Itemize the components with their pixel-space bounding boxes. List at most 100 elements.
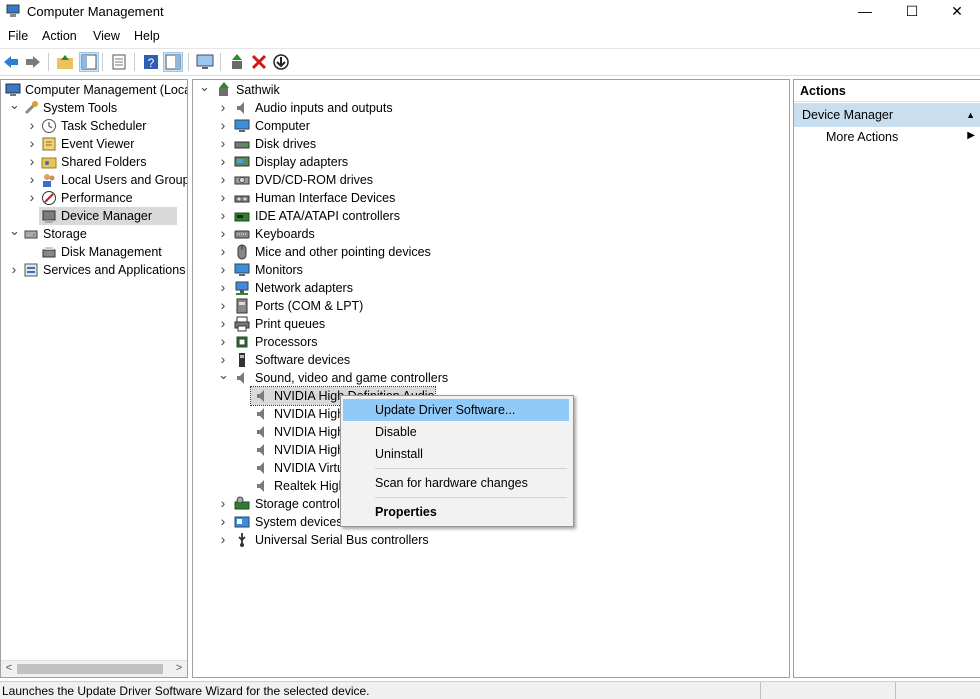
properties-sheet-icon[interactable] — [110, 53, 128, 71]
menu-action[interactable]: Action — [42, 29, 77, 43]
chevron-right-icon[interactable]: › — [27, 153, 37, 171]
chevron-right-icon[interactable]: › — [218, 117, 228, 135]
scroll-right-icon[interactable]: > — [172, 662, 186, 674]
ide-icon — [234, 212, 250, 222]
tree-item[interactable]: Disk Management — [1, 243, 187, 261]
chevron-right-icon[interactable]: › — [27, 117, 37, 135]
chevron-right-icon[interactable]: › — [218, 297, 228, 315]
uninstall-menu-item[interactable]: Uninstall — [343, 443, 569, 465]
horizontal-scrollbar[interactable]: < > — [1, 660, 187, 677]
device-category-label: Mice and other pointing devices — [255, 245, 431, 259]
chevron-right-icon[interactable]: › — [27, 135, 37, 153]
disable-menu-item[interactable]: Disable — [343, 421, 569, 443]
properties-menu-item[interactable]: Properties — [343, 501, 569, 523]
device-category[interactable]: › Print queues — [193, 315, 783, 333]
device-category[interactable]: › Human Interface Devices — [193, 189, 783, 207]
device-category[interactable]: › Mice and other pointing devices — [193, 243, 783, 261]
chevron-right-icon[interactable]: › — [218, 261, 228, 279]
chevron-right-icon[interactable]: › — [218, 279, 228, 297]
show-hide-action-pane-icon[interactable] — [163, 52, 183, 72]
device-category[interactable]: ⌄ Sound, video and game controllers — [193, 368, 783, 387]
uninstall-x-icon[interactable] — [250, 53, 268, 71]
chevron-right-icon[interactable]: › — [218, 333, 228, 351]
chevron-down-icon[interactable]: ⌄ — [218, 368, 229, 387]
chevron-right-icon[interactable]: › — [218, 153, 228, 171]
device-category[interactable]: › Network adapters — [193, 279, 783, 297]
chevron-right-icon[interactable]: › — [218, 315, 228, 333]
device-category[interactable]: › Software devices — [193, 351, 783, 369]
show-hide-tree-icon[interactable] — [79, 52, 99, 72]
chevron-right-icon[interactable]: › — [27, 189, 37, 207]
clock-icon — [42, 119, 56, 133]
collapse-up-icon[interactable]: ▲ — [966, 103, 975, 127]
device-category[interactable]: › Computer — [193, 117, 783, 135]
device-category[interactable]: › Audio inputs and outputs — [193, 99, 783, 117]
tree-item[interactable]: › Shared Folders — [1, 153, 187, 171]
device-manager-icon — [42, 210, 56, 223]
menu-view[interactable]: View — [93, 29, 120, 43]
chevron-right-icon[interactable]: › — [218, 171, 228, 189]
speaker-icon — [237, 102, 244, 114]
submenu-arrow-icon[interactable]: ▶ — [967, 130, 975, 141]
chevron-down-icon[interactable]: ⌄ — [9, 224, 20, 243]
chevron-right-icon[interactable]: › — [218, 243, 228, 261]
chevron-right-icon[interactable]: › — [218, 135, 228, 153]
menu-file[interactable]: File — [8, 29, 28, 43]
chevron-down-icon[interactable]: ⌄ — [9, 98, 20, 117]
tree-item[interactable]: Computer Management (Local — [1, 81, 187, 99]
chevron-down-icon[interactable]: ⌄ — [199, 80, 210, 99]
device-category[interactable]: › DVD/CD-ROM drives — [193, 171, 783, 189]
scrollbar-thumb[interactable] — [17, 664, 163, 674]
tree-item-label: Storage — [43, 227, 87, 241]
chevron-right-icon[interactable]: › — [218, 513, 228, 531]
maximize-button[interactable]: ☐ — [889, 0, 935, 24]
menu-help[interactable]: Help — [134, 29, 160, 43]
enable-device-icon[interactable] — [272, 53, 290, 71]
more-actions-link[interactable]: More Actions — [826, 130, 898, 144]
chevron-right-icon[interactable]: › — [218, 531, 228, 549]
device-category[interactable]: › IDE ATA/ATAPI controllers — [193, 207, 783, 225]
tree-item[interactable]: › Services and Applications — [1, 261, 187, 279]
update-driver-icon[interactable] — [228, 53, 246, 71]
chevron-right-icon[interactable]: › — [27, 171, 37, 189]
device-category[interactable]: › Monitors — [193, 261, 783, 279]
chevron-right-icon[interactable]: › — [218, 207, 228, 225]
status-text: Launches the Update Driver Software Wiza… — [2, 684, 370, 698]
update-driver-menu-item[interactable]: Update Driver Software... — [343, 399, 569, 421]
close-button[interactable]: ✕ — [934, 0, 980, 24]
tree-item[interactable]: › Performance — [1, 189, 187, 207]
device-tree-root[interactable]: ⌄ Sathwik — [193, 80, 783, 99]
tree-item[interactable]: › Event Viewer — [1, 135, 187, 153]
speaker-icon — [257, 390, 264, 402]
chevron-right-icon[interactable]: › — [9, 261, 19, 279]
chevron-right-icon[interactable]: › — [218, 189, 228, 207]
chevron-right-icon[interactable]: › — [218, 225, 228, 243]
device-category[interactable]: › Ports (COM & LPT) — [193, 297, 783, 315]
tree-item-label: Device Manager — [61, 209, 153, 223]
help-icon[interactable]: ? — [142, 53, 160, 71]
minimize-button[interactable]: — — [842, 0, 888, 24]
device-category[interactable]: › Universal Serial Bus controllers — [193, 531, 783, 549]
tree-item[interactable]: ⌄ System Tools — [1, 98, 187, 117]
actions-group-device-manager[interactable]: Device Manager ▲ — [794, 103, 980, 127]
up-folder-icon[interactable] — [56, 53, 74, 71]
device-category[interactable]: › Processors — [193, 333, 783, 351]
root-label: Sathwik — [236, 83, 280, 97]
tree-item[interactable]: › Local Users and Groups — [1, 171, 187, 189]
tree-item[interactable]: ⌄ Storage — [1, 224, 187, 243]
back-arrow-icon[interactable] — [2, 53, 20, 71]
monitor-icon[interactable] — [196, 53, 214, 71]
scroll-left-icon[interactable]: < — [2, 662, 16, 674]
chevron-right-icon[interactable]: › — [218, 99, 228, 117]
tree-item[interactable]: › Task Scheduler — [1, 117, 187, 135]
chevron-right-icon[interactable]: › — [218, 495, 228, 513]
storage-icon — [24, 230, 38, 239]
disk-drive-icon — [234, 141, 250, 149]
tree-item[interactable]: Device Manager — [39, 207, 177, 225]
device-category[interactable]: › Display adapters — [193, 153, 783, 171]
scan-hardware-menu-item[interactable]: Scan for hardware changes — [343, 472, 569, 494]
device-category[interactable]: › Keyboards — [193, 225, 783, 243]
device-category[interactable]: › Disk drives — [193, 135, 783, 153]
forward-arrow-icon[interactable] — [24, 53, 42, 71]
dvd-icon — [234, 176, 250, 185]
